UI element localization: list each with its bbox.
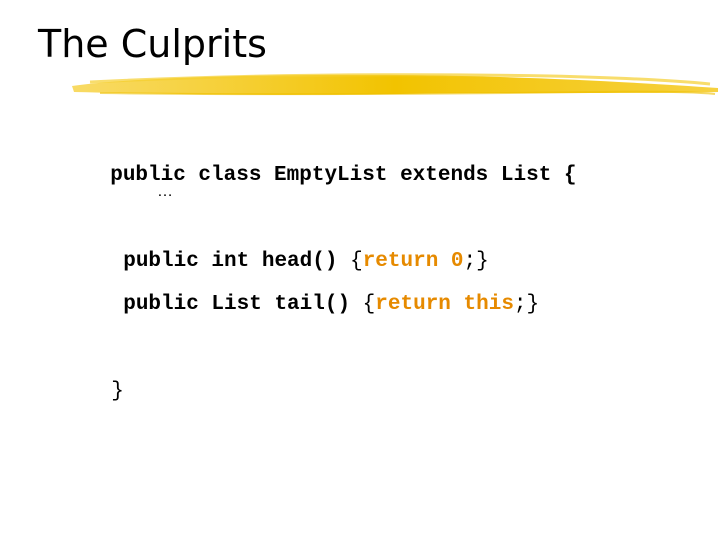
code-ellipsis: … [157, 183, 173, 200]
code-tail-parens: () [324, 293, 351, 316]
code-tail-open-brace: { [350, 293, 376, 316]
code-closing-brace: } [86, 353, 124, 405]
code-closing-brace-text: } [111, 380, 124, 403]
code-line-class-declaration: public class EmptyList extends List { [85, 137, 577, 189]
code-class-declaration-text: public class EmptyList extends List { [110, 164, 577, 187]
code-tail-signature: public List tail [123, 293, 325, 316]
code-tail-return: return this [375, 293, 514, 316]
slide-title: The Culprits [38, 22, 267, 66]
title-underline-stroke [72, 73, 718, 96]
code-tail-close-brace: ;} [513, 293, 540, 316]
code-line-tail-method: public List tail() {return this;} [98, 266, 539, 318]
